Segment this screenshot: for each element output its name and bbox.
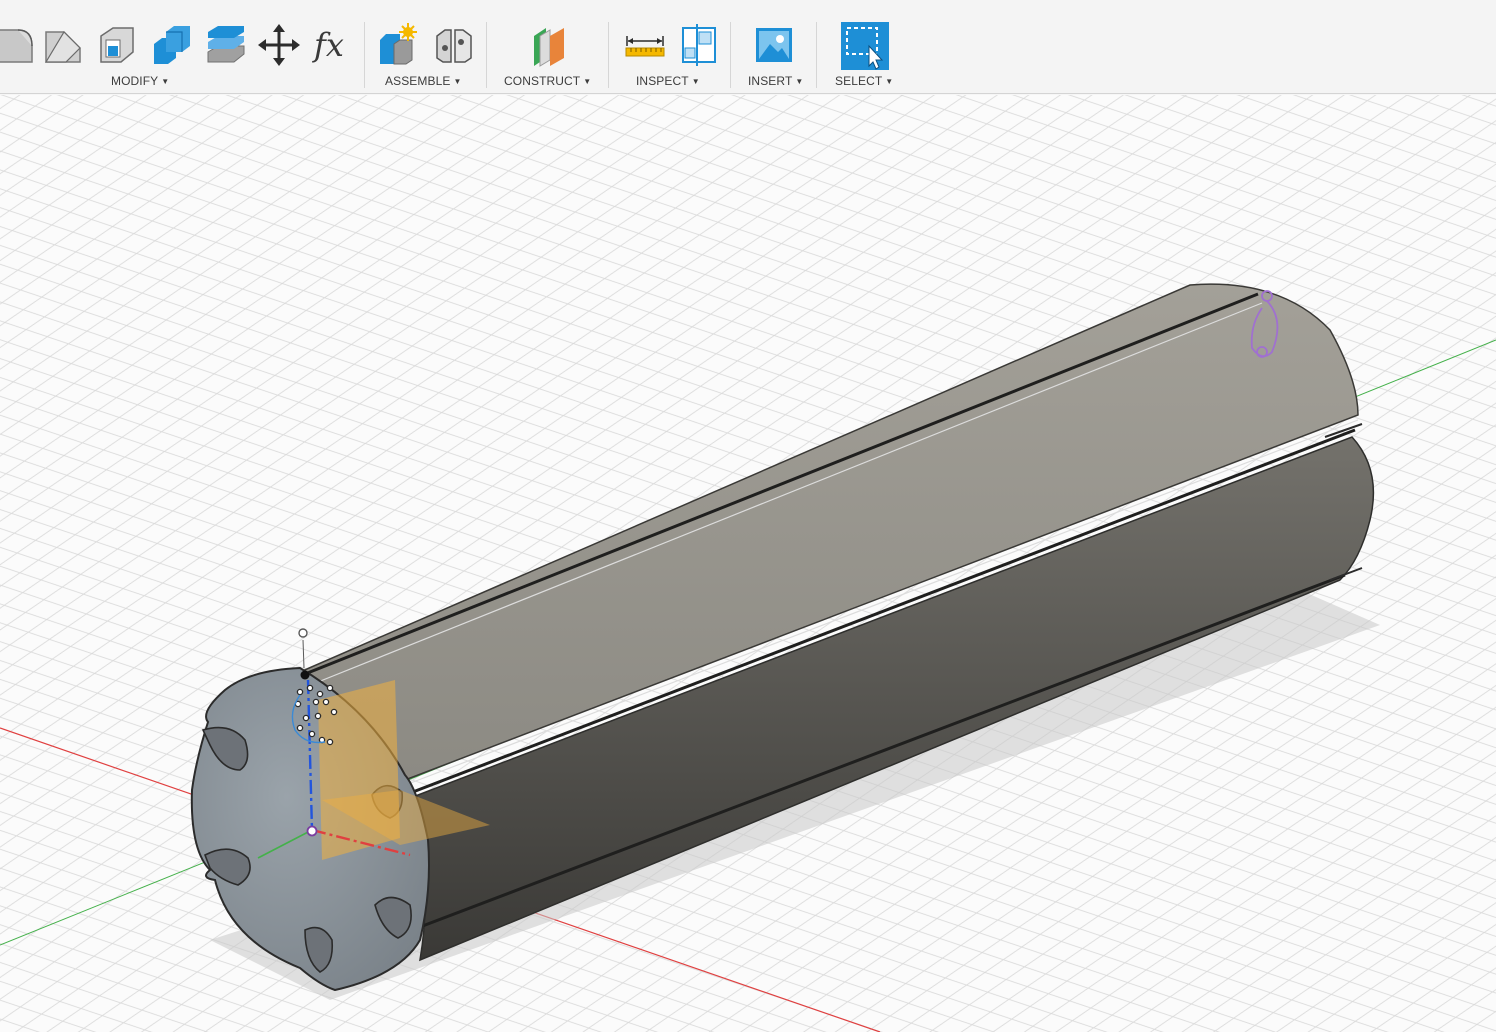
canvas-viewport[interactable]: [0, 95, 1496, 1032]
origin-point[interactable]: [306, 825, 318, 837]
move-icon[interactable]: [257, 22, 301, 68]
parameters-icon[interactable]: fx: [310, 22, 354, 68]
scene[interactable]: [0, 95, 1496, 1032]
offset-face-icon[interactable]: [204, 22, 248, 68]
construct-menu[interactable]: CONSTRUCT ▼: [504, 74, 591, 88]
joint-icon[interactable]: [431, 22, 475, 68]
sketch-point-selected[interactable]: [300, 670, 310, 680]
shell-icon[interactable]: [95, 22, 139, 68]
offset-plane-icon[interactable]: [526, 22, 570, 68]
measure-icon[interactable]: [623, 22, 667, 68]
insert-image-icon[interactable]: [752, 22, 796, 68]
insert-menu[interactable]: INSERT ▼: [748, 74, 803, 88]
marker-icon[interactable]: [298, 628, 308, 638]
fillet-icon[interactable]: [0, 22, 38, 68]
assemble-menu[interactable]: ASSEMBLE ▼: [385, 74, 462, 88]
toolbar-separator: [730, 22, 731, 88]
new-component-icon[interactable]: [376, 22, 420, 68]
chamfer-icon[interactable]: [40, 22, 84, 68]
toolbar-separator: [608, 22, 609, 88]
combine-icon[interactable]: [150, 22, 194, 68]
select-menu[interactable]: SELECT ▼: [835, 74, 893, 88]
toolbar-separator: [364, 22, 365, 88]
select-window-icon[interactable]: [841, 22, 889, 70]
modify-menu[interactable]: MODIFY ▼: [111, 74, 169, 88]
svg-text:fx: fx: [312, 26, 344, 64]
toolbar-separator: [816, 22, 817, 88]
toolbar-separator: [486, 22, 487, 88]
section-analysis-icon[interactable]: [677, 22, 721, 68]
inspect-menu[interactable]: INSPECT ▼: [636, 74, 700, 88]
toolbar: fx MODIFY ▼ ASSEMBLE ▼ CONSTRUCT ▼ INSPECT ▼…: [0, 0, 1496, 94]
